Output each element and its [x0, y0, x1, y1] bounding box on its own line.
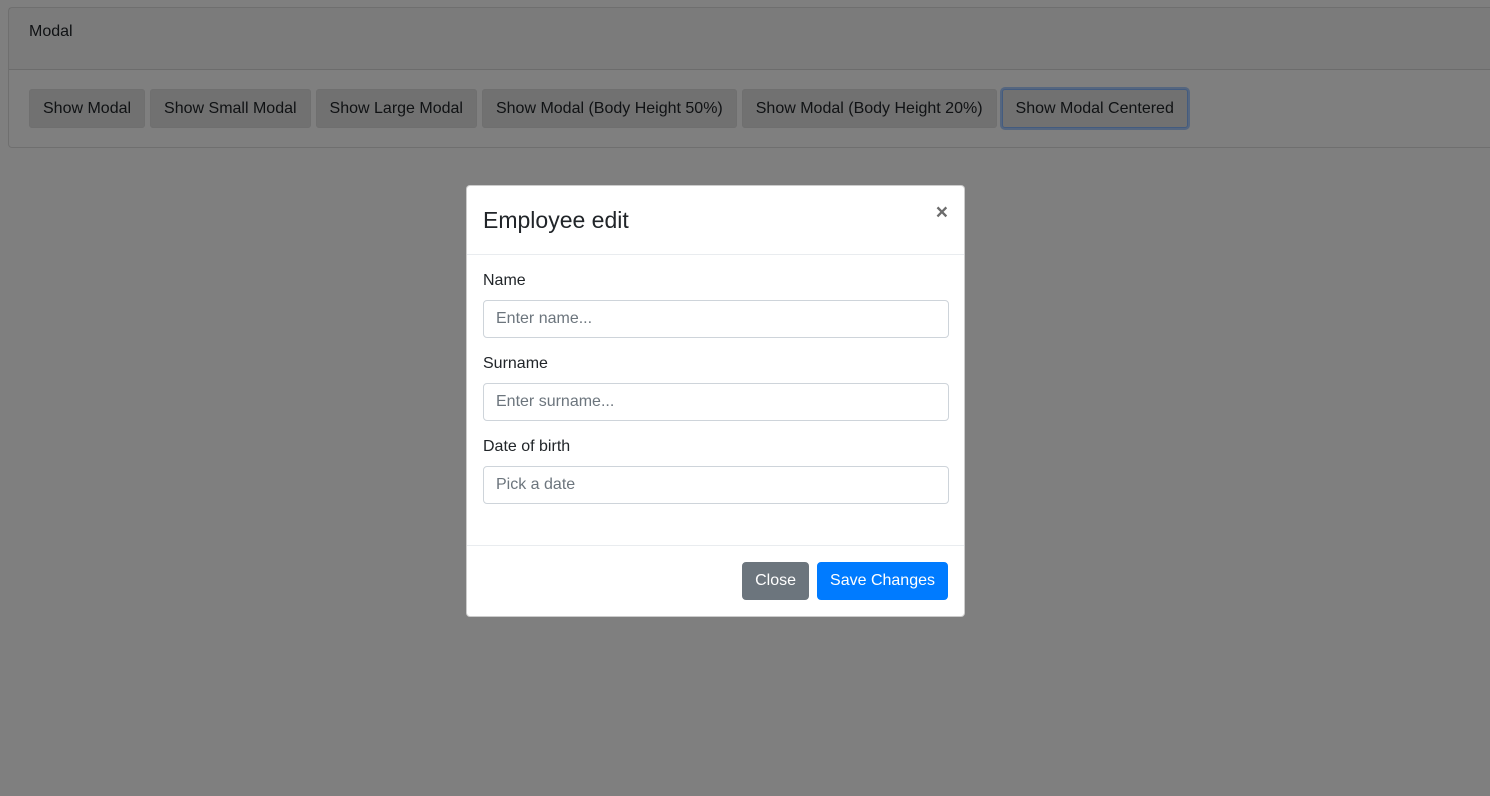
- modal-header: Employee edit ×: [467, 186, 964, 255]
- modal-title: Employee edit: [483, 207, 629, 233]
- save-changes-button[interactable]: Save Changes: [817, 562, 948, 600]
- employee-edit-modal: Employee edit × Name Surname Date of bir…: [466, 185, 965, 617]
- date-of-birth-label: Date of birth: [483, 438, 571, 455]
- modal-body: Name Surname Date of birth: [467, 255, 964, 504]
- close-icon[interactable]: ×: [936, 202, 948, 224]
- modal-footer: Close Save Changes: [467, 545, 964, 616]
- name-label: Name: [483, 272, 526, 289]
- surname-label: Surname: [483, 355, 548, 372]
- surname-form-group: Surname: [483, 354, 949, 421]
- name-input[interactable]: [483, 300, 949, 338]
- close-button[interactable]: Close: [742, 562, 810, 600]
- page: Modal Show Modal Show Small Modal Show L…: [0, 0, 1490, 796]
- date-of-birth-form-group: Date of birth: [483, 437, 949, 504]
- name-form-group: Name: [483, 271, 949, 338]
- surname-input[interactable]: [483, 383, 949, 421]
- date-of-birth-input[interactable]: [483, 466, 949, 504]
